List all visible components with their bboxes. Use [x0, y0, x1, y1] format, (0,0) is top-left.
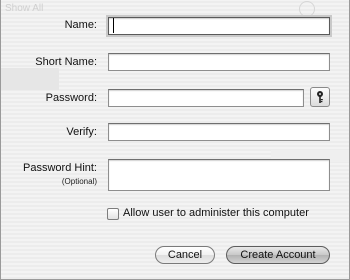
key-icon — [317, 91, 323, 103]
background-search-icon — [299, 1, 315, 17]
background-show-all: Show All — [5, 3, 44, 14]
verify-label: Verify: — [66, 126, 97, 138]
name-field[interactable] — [108, 17, 330, 35]
password-hint-optional-label: (Optional) — [61, 177, 97, 186]
background-panel — [1, 68, 59, 90]
password-label: Password: — [45, 92, 97, 104]
text-caret — [113, 18, 114, 33]
cancel-button[interactable]: Cancel — [155, 246, 215, 264]
password-hint-field[interactable] — [108, 159, 330, 191]
password-field[interactable] — [108, 89, 304, 107]
admin-checkbox-label[interactable]: Allow user to administer this computer — [123, 207, 309, 219]
short-name-field[interactable] — [108, 53, 330, 71]
new-account-sheet: Show All Name: Short Name: Password: Ver… — [0, 0, 350, 280]
password-hint-label: Password Hint: — [23, 162, 97, 174]
create-account-button[interactable]: Create Account — [226, 246, 330, 264]
password-assistant-button[interactable] — [310, 87, 330, 107]
admin-checkbox[interactable] — [107, 208, 119, 220]
verify-field[interactable] — [108, 123, 330, 141]
short-name-label: Short Name: — [35, 56, 97, 68]
name-label: Name: — [64, 19, 97, 31]
